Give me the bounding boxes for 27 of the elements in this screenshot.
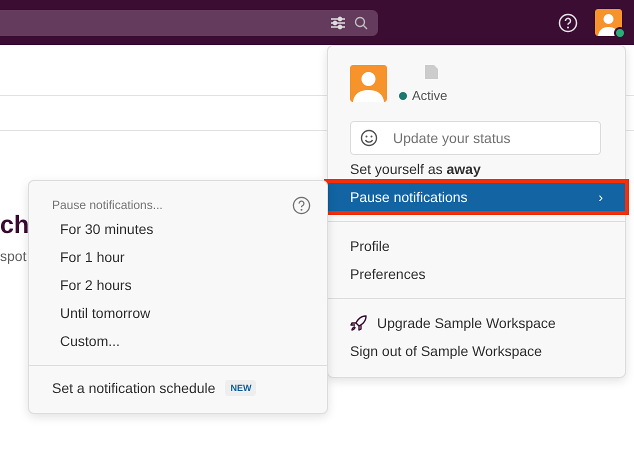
avatar[interactable]	[595, 9, 622, 36]
menu-item[interactable]: Set a notification schedule	[52, 380, 216, 396]
menu-item[interactable]: For 30 minutes	[29, 215, 327, 243]
menu-item[interactable]: Sign out of Sample Workspace	[328, 337, 625, 365]
page-subtitle: spot	[0, 248, 26, 264]
avatar	[350, 65, 387, 102]
menu-item[interactable]: Set yourself as away	[328, 155, 625, 183]
submenu-header: Pause notifications...	[52, 198, 163, 212]
menu-item[interactable]: Until tomorrow	[29, 299, 327, 327]
document-icon	[425, 65, 438, 79]
status-label: Active	[412, 88, 448, 103]
menu-item[interactable]: For 1 hour	[29, 243, 327, 271]
search-icon[interactable]	[354, 16, 368, 30]
search-field[interactable]	[0, 10, 378, 36]
menu-item[interactable]: For 2 hours	[29, 271, 327, 299]
page-heading: ch	[0, 211, 30, 240]
menu-item[interactable]: Custom...	[29, 327, 327, 355]
rocket-icon	[350, 314, 367, 332]
status-dot	[399, 92, 407, 100]
menu-item[interactable]: Profile	[328, 232, 625, 260]
filter-icon[interactable]	[330, 16, 346, 30]
menu-item[interactable]: Upgrade Sample Workspace	[328, 309, 625, 337]
new-badge: NEW	[225, 380, 256, 396]
menu-item[interactable]: Preferences	[328, 260, 625, 288]
smiley-icon	[360, 129, 378, 147]
menu-item[interactable]: Pause notifications ›	[328, 183, 625, 211]
status-field[interactable]: Update your status	[350, 121, 601, 155]
